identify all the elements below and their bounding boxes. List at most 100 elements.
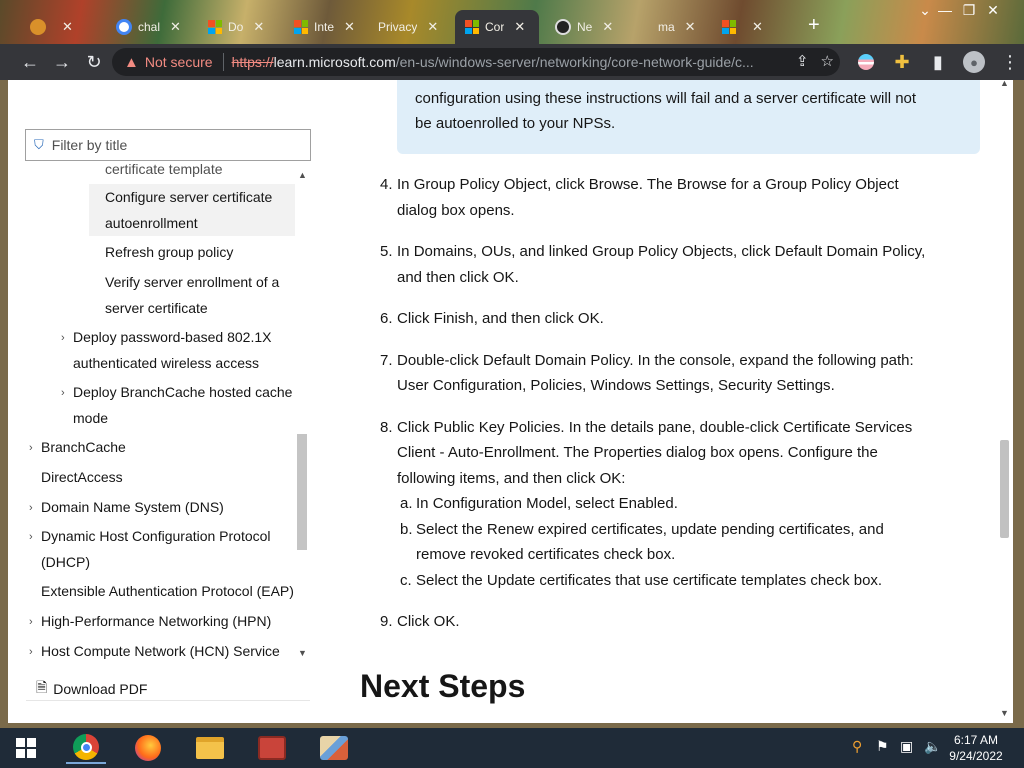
list-item: 4. In Group Policy Object, click Browse.… (358, 172, 998, 223)
toc-item[interactable]: Dynamic Host Configuration Protocol (DHC… (41, 523, 295, 575)
scroll-up-arrow-icon[interactable]: ▲ (1000, 80, 1009, 88)
toc-item[interactable]: Deploy BranchCache hosted cache mode (73, 379, 295, 431)
chevron-right-icon[interactable]: › (29, 502, 33, 514)
security-label[interactable]: Not secure (145, 54, 213, 70)
filter-input[interactable]: ⛉ Filter by title (25, 129, 311, 161)
system-clock[interactable]: 6:17 AM 9/24/2022 (944, 732, 1008, 764)
close-icon[interactable]: ✕ (685, 19, 696, 35)
scrollbar-thumb[interactable] (297, 434, 307, 550)
close-icon[interactable]: ✕ (602, 19, 613, 35)
chevron-right-icon[interactable]: › (29, 531, 33, 543)
page-scrollbar[interactable]: ▲ ▼ (996, 80, 1013, 723)
toc-scrollbar[interactable]: ▲ ▼ (295, 168, 309, 660)
browser-tab[interactable]: Inte ✕ (284, 10, 365, 44)
scrollbar-thumb[interactable] (1000, 440, 1009, 538)
toc-item[interactable]: BranchCache (41, 434, 295, 460)
toc-item[interactable]: Extensible Authentication Protocol (EAP) (41, 578, 295, 604)
tab-title: chal (138, 20, 161, 34)
close-icon[interactable]: ✕ (253, 19, 264, 35)
close-window-button[interactable]: ✕ (978, 2, 1008, 19)
github-icon (555, 19, 571, 35)
side-panel-icon[interactable]: ▮ (922, 46, 954, 78)
scroll-up-arrow-icon[interactable]: ▲ (298, 170, 307, 180)
ui-term: Group Policy Object (413, 176, 548, 193)
browser-tab-active[interactable]: Cor ✕ (455, 10, 539, 44)
extensions-puzzle-icon[interactable]: ✚ (886, 46, 918, 78)
browser-tab[interactable]: Do ✕ (198, 10, 274, 44)
search-magnifier-icon[interactable]: ⚲ (852, 738, 862, 755)
ui-term: Finish (433, 310, 474, 327)
note-text: configuration using these instructions w… (415, 90, 917, 107)
paint-icon[interactable] (314, 732, 354, 764)
ui-term: Security Settings (718, 377, 831, 394)
toc-item[interactable]: Host Compute Network (HCN) Service (41, 638, 295, 660)
toc-item[interactable]: Refresh group policy (105, 239, 295, 265)
scroll-down-arrow-icon[interactable]: ▼ (298, 648, 307, 658)
windows-start-icon[interactable] (6, 732, 46, 764)
toc-item[interactable]: Deploy password-based 802.1X authenticat… (73, 324, 295, 376)
close-icon[interactable]: ✕ (514, 19, 525, 35)
back-arrow-icon[interactable]: ← (14, 46, 46, 78)
ui-term: User Configuration (397, 377, 523, 394)
toc-item[interactable]: Verify server enrollment of a server cer… (105, 269, 295, 321)
network-icon[interactable]: ▣ (900, 738, 913, 755)
microsoft-logo-icon (294, 20, 308, 34)
toc-item[interactable]: High-Performance Networking (HPN) (41, 608, 295, 634)
chevron-right-icon[interactable]: › (61, 332, 65, 344)
close-icon[interactable]: ✕ (62, 19, 73, 35)
toc-item[interactable]: Domain Name System (DNS) (41, 494, 295, 520)
browser-tab[interactable]: chal ✕ (106, 10, 191, 44)
browser-tab[interactable]: Ne ✕ (545, 10, 623, 44)
address-bar[interactable]: ▲ Not secure https:// learn.microsoft.co… (112, 48, 840, 76)
file-explorer-icon[interactable] (190, 732, 230, 764)
microsoft-logo-icon (208, 20, 222, 34)
reload-icon[interactable]: ↻ (78, 46, 110, 78)
filter-placeholder: Filter by title (51, 137, 128, 153)
browser-tab[interactable]: ✕ (712, 10, 773, 44)
sub-list-item: a. In Configuration Model, select Enable… (400, 495, 678, 512)
note-callout: configuration using these instructions w… (397, 80, 980, 154)
google-icon (116, 19, 132, 35)
chevron-right-icon[interactable]: › (29, 616, 33, 628)
scroll-down-arrow-icon[interactable]: ▼ (1000, 708, 1009, 718)
chrome-icon[interactable] (66, 732, 106, 764)
toc-item[interactable]: certificate template (105, 164, 295, 182)
chevron-right-icon[interactable]: › (29, 646, 33, 658)
clock-date: 9/24/2022 (949, 749, 1003, 763)
bookmark-star-icon[interactable]: ☆ (821, 52, 834, 70)
extension-flag-icon[interactable] (850, 46, 882, 78)
flag-notification-icon[interactable]: ⚑ (876, 738, 889, 755)
browser-tab[interactable]: ✕ (20, 10, 83, 44)
sub-list-item: b. Select the Renew expired certificates… (400, 520, 884, 564)
ui-term: Windows Settings (590, 377, 710, 394)
tab-title: Inte (314, 20, 335, 34)
forward-arrow-icon[interactable]: → (46, 46, 78, 78)
toc-item[interactable]: DirectAccess (41, 464, 295, 490)
ui-term: Certificate Services (783, 418, 913, 436)
ui-term: Enabled (618, 495, 674, 512)
url-host: learn.microsoft.com (273, 54, 396, 70)
new-tab-button[interactable]: + (808, 14, 820, 37)
volume-icon[interactable]: 🔈 (924, 738, 941, 755)
close-icon[interactable]: ✕ (344, 19, 355, 35)
close-icon[interactable]: ✕ (427, 19, 438, 35)
toc-item-selected[interactable]: Configure server certificate autoenrollm… (89, 184, 295, 236)
warning-triangle-icon[interactable]: ▲ (124, 54, 139, 71)
menu-kebab-icon[interactable]: ⋮ (994, 46, 1024, 78)
browser-tab[interactable]: Privacy ✕ (368, 10, 448, 44)
ui-term: Configuration Model (432, 495, 567, 512)
profile-button[interactable]: ● (958, 46, 990, 78)
share-icon[interactable]: ⇪ (796, 52, 809, 70)
chevron-right-icon[interactable]: › (61, 387, 65, 399)
close-icon[interactable]: ✕ (752, 19, 763, 35)
microsoft-logo-icon (722, 20, 736, 34)
firefox-icon[interactable] (128, 732, 168, 764)
download-pdf-link[interactable]: 🗎 Download PDF (36, 677, 147, 701)
toolbox-icon[interactable] (252, 732, 292, 764)
browser-tab[interactable]: ma ✕ (648, 10, 706, 44)
step-number: 4. (380, 176, 393, 193)
close-icon[interactable]: ✕ (170, 19, 181, 35)
chevron-right-icon[interactable]: › (29, 442, 33, 454)
step-text: dialog box opens. (397, 201, 515, 219)
ui-term: Policies (530, 377, 583, 394)
